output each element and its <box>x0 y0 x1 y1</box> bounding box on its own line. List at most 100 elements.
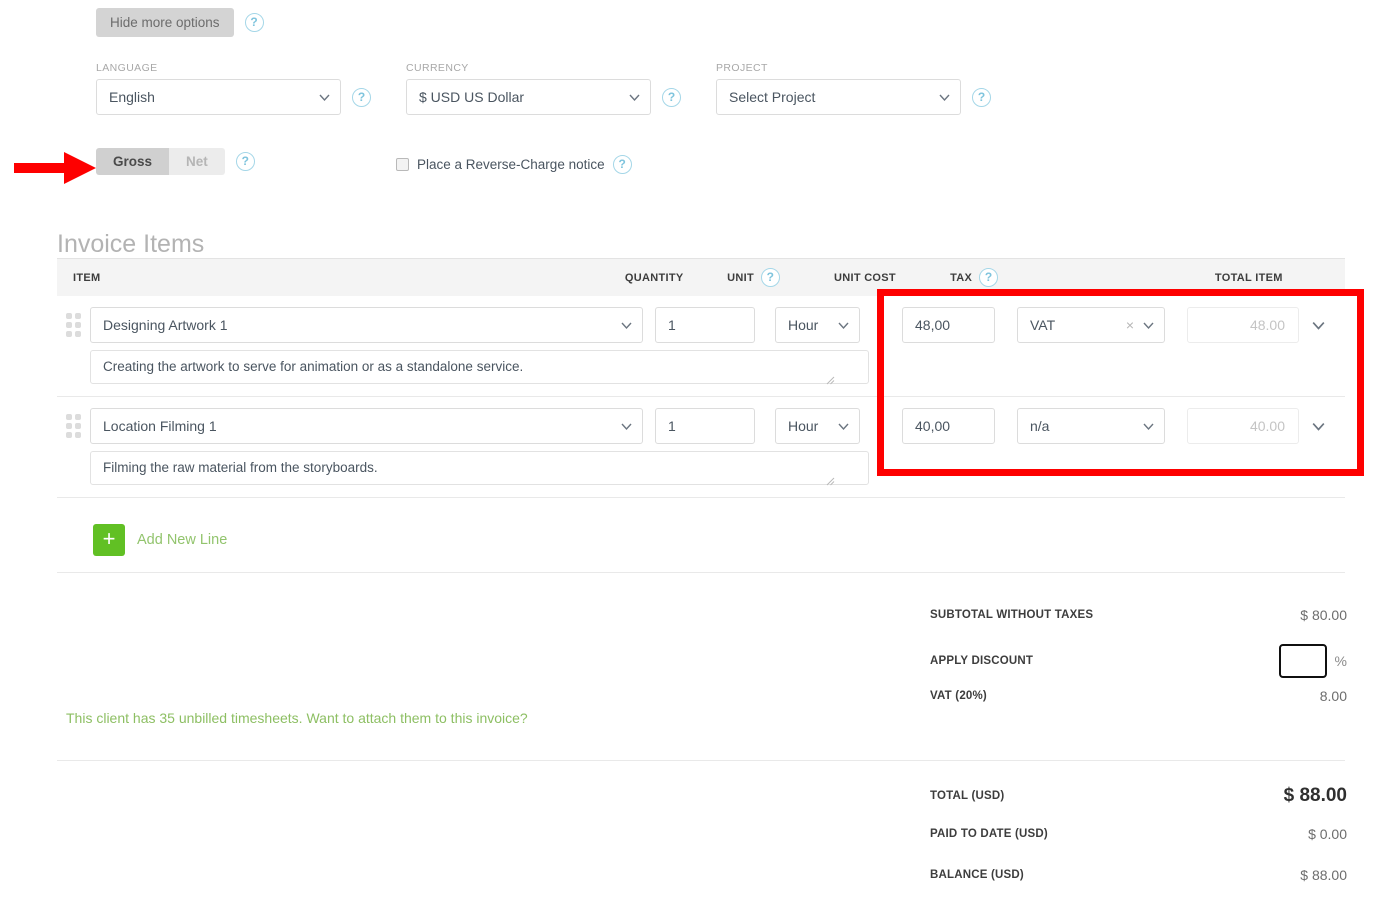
drag-handle-icon[interactable] <box>57 313 90 337</box>
help-icon[interactable]: ? <box>662 87 681 107</box>
unit-cost-input[interactable] <box>902 408 995 444</box>
unit-value: Hour <box>788 418 819 434</box>
column-header-quantity: QUANTITY <box>624 271 684 284</box>
help-icon[interactable]: ? <box>760 268 780 287</box>
expand-row-button[interactable] <box>1299 319 1337 332</box>
chevron-down-icon <box>1143 421 1154 432</box>
column-header-item: ITEM <box>73 271 101 284</box>
item-description-textarea[interactable]: Creating the artwork to serve for animat… <box>90 350 869 384</box>
total-item-value: 40.00 <box>1187 408 1299 444</box>
chevron-down-icon <box>621 421 632 432</box>
net-option[interactable]: Net <box>169 148 225 175</box>
quantity-input[interactable] <box>655 408 755 444</box>
item-name-value: Designing Artwork 1 <box>103 317 228 333</box>
help-icon[interactable]: ? <box>352 87 371 107</box>
percent-symbol: % <box>1334 653 1347 669</box>
project-value: Select Project <box>729 89 816 105</box>
total-value: $ 88.00 <box>1283 785 1347 806</box>
help-icon[interactable]: ? <box>612 155 632 174</box>
table-row: Designing Artwork 1 Hour VAT × 48. <box>57 296 1345 397</box>
drag-handle-icon[interactable] <box>57 414 90 438</box>
item-name-select[interactable]: Location Filming 1 <box>90 408 643 444</box>
balance-row: BALANCE (USD) $ 88.00 <box>930 867 1347 883</box>
expand-row-button[interactable] <box>1299 420 1337 433</box>
project-select[interactable]: Select Project <box>716 79 961 115</box>
plus-icon: + <box>93 524 125 556</box>
divider <box>57 760 1345 761</box>
total-label: TOTAL (USD) <box>930 790 1005 802</box>
item-description-textarea[interactable]: Filming the raw material from the storyb… <box>90 451 869 485</box>
chevron-down-icon <box>838 320 849 331</box>
divider <box>57 572 1345 573</box>
close-icon[interactable]: × <box>1126 317 1134 333</box>
balance-value: $ 88.00 <box>1300 867 1347 883</box>
invoice-options-fields: LANGUAGE English ? CURRENCY $ USD US Dol… <box>96 62 991 115</box>
vat-value: 8.00 <box>1319 688 1347 704</box>
currency-field-group: CURRENCY $ USD US Dollar ? <box>406 62 681 115</box>
chevron-down-icon <box>629 92 640 103</box>
discount-row: APPLY DISCOUNT % <box>930 643 1347 679</box>
table-row: Location Filming 1 Hour n/a 40.00 <box>57 397 1345 498</box>
help-icon[interactable]: ? <box>979 268 999 287</box>
project-field-group: PROJECT Select Project ? <box>716 62 991 115</box>
currency-label: CURRENCY <box>406 62 469 74</box>
paid-to-date-value: $ 0.00 <box>1308 826 1347 842</box>
invoice-items-header-row: ITEM QUANTITY UNIT ? UNIT COST TAX ? TOT… <box>57 258 1345 296</box>
currency-select[interactable]: $ USD US Dollar <box>406 79 651 115</box>
column-header-unit-cost: UNIT COST <box>833 271 896 284</box>
subtotal-label: SUBTOTAL WITHOUT TAXES <box>930 609 1094 621</box>
tax-value: VAT <box>1030 317 1056 333</box>
subtotal-row: SUBTOTAL WITHOUT TAXES $ 80.00 <box>930 607 1347 623</box>
tax-select[interactable]: n/a <box>1017 408 1165 444</box>
chevron-down-icon <box>838 421 849 432</box>
unit-value: Hour <box>788 317 819 333</box>
help-icon[interactable]: ? <box>235 152 255 171</box>
column-header-unit-label: UNIT <box>727 271 754 284</box>
invoice-items-table: ITEM QUANTITY UNIT ? UNIT COST TAX ? TOT… <box>57 258 1345 498</box>
column-header-tax-label: TAX <box>950 271 973 284</box>
language-field-group: LANGUAGE English ? <box>96 62 371 115</box>
column-header-tax: TAX ? <box>950 268 1215 287</box>
hide-more-options-button[interactable]: Hide more options <box>96 8 234 37</box>
reverse-charge-checkbox[interactable] <box>396 158 409 171</box>
add-new-line-label: Add New Line <box>137 532 228 548</box>
project-label: PROJECT <box>716 62 768 74</box>
unit-cost-input[interactable] <box>902 307 995 343</box>
chevron-down-icon <box>621 320 632 331</box>
unit-select[interactable]: Hour <box>775 408 860 444</box>
annotation-arrow-icon <box>14 152 96 184</box>
reverse-charge-row: Place a Reverse-Charge notice ? <box>396 155 632 174</box>
currency-value: $ USD US Dollar <box>419 89 525 105</box>
gross-net-toggle-row: Gross Net ? <box>96 148 255 175</box>
item-name-select[interactable]: Designing Artwork 1 <box>90 307 643 343</box>
item-description-wrap: Creating the artwork to serve for animat… <box>57 343 917 396</box>
total-item-value: 48.00 <box>1187 307 1299 343</box>
language-value: English <box>109 89 155 105</box>
vat-row: VAT (20%) 8.00 <box>930 688 1347 704</box>
tax-select[interactable]: VAT × <box>1017 307 1165 343</box>
subtotal-value: $ 80.00 <box>1300 607 1347 623</box>
help-icon[interactable]: ? <box>972 87 991 107</box>
hide-more-options-row: Hide more options ? <box>96 8 264 37</box>
invoice-items-title: Invoice Items <box>57 229 205 258</box>
discount-input-wrap: % <box>1277 643 1347 679</box>
discount-input[interactable] <box>1277 643 1328 679</box>
language-label: LANGUAGE <box>96 62 158 74</box>
chevron-down-icon <box>319 92 330 103</box>
paid-to-date-row: PAID TO DATE (USD) $ 0.00 <box>930 826 1347 842</box>
gross-option[interactable]: Gross <box>96 148 170 175</box>
column-header-unit: UNIT ? <box>727 268 834 287</box>
gross-net-toggle[interactable]: Gross Net <box>96 148 225 175</box>
item-row-main: Location Filming 1 Hour n/a 40.00 <box>57 408 1345 444</box>
unbilled-timesheets-note[interactable]: This client has 35 unbilled timesheets. … <box>66 710 528 726</box>
help-icon[interactable]: ? <box>244 13 264 32</box>
column-header-total-item: TOTAL ITEM <box>1214 271 1283 284</box>
item-description-wrap: Filming the raw material from the storyb… <box>57 444 917 497</box>
paid-to-date-label: PAID TO DATE (USD) <box>930 828 1048 840</box>
unit-select[interactable]: Hour <box>775 307 860 343</box>
tax-value: n/a <box>1030 418 1050 434</box>
total-row: TOTAL (USD) $ 88.00 <box>930 785 1347 807</box>
add-new-line-button[interactable]: + Add New Line <box>93 524 227 556</box>
quantity-input[interactable] <box>655 307 755 343</box>
language-select[interactable]: English <box>96 79 341 115</box>
